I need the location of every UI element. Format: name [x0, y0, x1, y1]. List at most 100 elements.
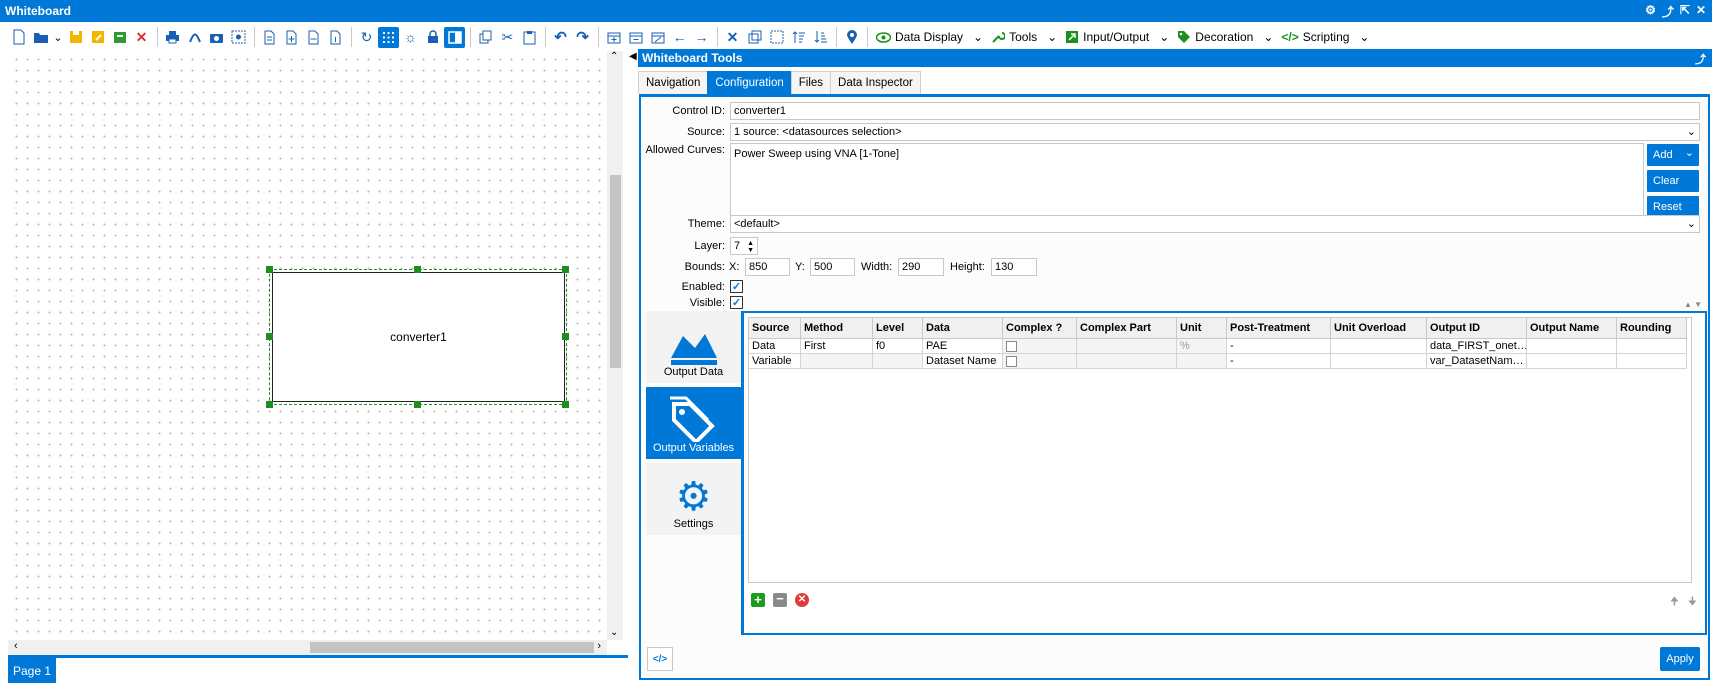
- cell-output-name[interactable]: [1526, 338, 1617, 354]
- cell-source[interactable]: Data: [748, 338, 801, 354]
- chevron-up-icon[interactable]: ⌃: [610, 51, 618, 62]
- complex-checkbox[interactable]: [1006, 340, 1017, 352]
- nav-output-variables[interactable]: Output Variables: [646, 387, 741, 459]
- save-as-icon[interactable]: [87, 27, 108, 48]
- column-header[interactable]: Rounding: [1616, 317, 1687, 339]
- column-header[interactable]: Unit Overload: [1330, 317, 1427, 339]
- column-header[interactable]: Output Name: [1526, 317, 1617, 339]
- sort-ascending-icon[interactable]: [788, 27, 809, 48]
- save-icon[interactable]: [65, 27, 86, 48]
- cell-output-id[interactable]: data_FIRST_onet…: [1426, 338, 1527, 354]
- resize-handle[interactable]: [562, 401, 569, 408]
- restore-icon[interactable]: ⇱: [1680, 3, 1690, 20]
- add-curve-button[interactable]: Add ⌄: [1647, 144, 1699, 166]
- select-area-icon[interactable]: [766, 27, 787, 48]
- clear-selection-icon[interactable]: ✕: [722, 27, 743, 48]
- copy-page-icon[interactable]: [259, 27, 280, 48]
- menu-tools[interactable]: Tools ⌄: [987, 26, 1061, 48]
- cell-method[interactable]: [800, 353, 873, 369]
- converter-element[interactable]: converter1: [272, 272, 565, 402]
- menu-data-display[interactable]: Data Display ⌄: [872, 26, 987, 48]
- collapse-arrow-icon[interactable]: ◀: [629, 51, 637, 62]
- pdf-icon[interactable]: [184, 27, 205, 48]
- chevron-down-icon[interactable]: ⌄: [52, 27, 64, 48]
- resize-handle[interactable]: [562, 333, 569, 340]
- screenshot-icon[interactable]: [228, 27, 249, 48]
- arrow-right-icon[interactable]: →: [691, 27, 712, 48]
- resize-handle[interactable]: [266, 333, 273, 340]
- close-icon[interactable]: ✕: [1696, 3, 1706, 20]
- remove-row-icon[interactable]: −: [773, 592, 787, 607]
- resize-handle[interactable]: [562, 266, 569, 273]
- resize-handle[interactable]: [266, 401, 273, 408]
- cell-data[interactable]: PAE: [922, 338, 1003, 354]
- column-header[interactable]: Source: [748, 317, 801, 339]
- location-pin-icon[interactable]: [841, 27, 862, 48]
- cell-unit-overload[interactable]: [1330, 353, 1427, 369]
- resize-handle[interactable]: [266, 266, 273, 273]
- lock-icon[interactable]: [422, 27, 443, 48]
- cell-unit[interactable]: %: [1176, 338, 1227, 354]
- camera-icon[interactable]: [206, 27, 227, 48]
- refresh-icon[interactable]: ↻: [356, 27, 377, 48]
- theme-select[interactable]: <default> ⌄: [730, 215, 1700, 233]
- bounds-x-input[interactable]: 850: [745, 258, 790, 276]
- remove-page-icon[interactable]: [303, 27, 324, 48]
- column-header[interactable]: Complex ?: [1002, 317, 1077, 339]
- control-id-input[interactable]: converter1: [730, 102, 1700, 120]
- visible-checkbox[interactable]: ✓: [730, 296, 743, 309]
- cell-unit-overload[interactable]: [1330, 338, 1427, 354]
- move-up-icon[interactable]: 🠉: [1670, 593, 1679, 612]
- tab-configuration[interactable]: Configuration: [707, 71, 792, 94]
- column-header[interactable]: Output ID: [1426, 317, 1527, 339]
- cell-complex-part[interactable]: [1076, 353, 1177, 369]
- cell-level[interactable]: [872, 353, 923, 369]
- cell-complex[interactable]: [1002, 338, 1077, 354]
- apply-button[interactable]: Apply: [1660, 647, 1700, 671]
- cut-icon[interactable]: ✂: [497, 27, 518, 48]
- paste-icon[interactable]: [519, 27, 540, 48]
- page-tab[interactable]: Page 1: [8, 658, 56, 683]
- delete-rows-icon[interactable]: ✕: [795, 593, 809, 607]
- grid-icon[interactable]: [378, 26, 399, 48]
- enabled-checkbox[interactable]: ✓: [730, 280, 743, 293]
- cell-complex[interactable]: [1002, 353, 1077, 369]
- cell-output-id[interactable]: var_DatasetNam…: [1426, 353, 1527, 369]
- complex-checkbox[interactable]: [1006, 355, 1017, 367]
- scroll-thumb[interactable]: [610, 175, 621, 368]
- tab-navigation[interactable]: Navigation: [638, 71, 709, 94]
- cell-level[interactable]: f0: [872, 338, 923, 354]
- calendar-add-icon[interactable]: [603, 27, 624, 48]
- arrow-left-icon[interactable]: ←: [669, 27, 690, 48]
- resize-handle[interactable]: [414, 266, 421, 273]
- gear-icon[interactable]: ⚙: [1645, 3, 1656, 20]
- tab-data-inspector[interactable]: Data Inspector: [830, 71, 921, 94]
- undo-icon[interactable]: ↶: [550, 27, 571, 48]
- cell-unit[interactable]: [1176, 353, 1227, 369]
- cell-complex-part[interactable]: [1076, 338, 1177, 354]
- chevron-right-icon[interactable]: ›: [597, 640, 601, 652]
- sort-descending-icon[interactable]: [810, 27, 831, 48]
- horizontal-scrollbar[interactable]: ‹ ›: [8, 640, 607, 655]
- cell-output-name[interactable]: [1526, 353, 1617, 369]
- column-header[interactable]: Unit: [1176, 317, 1227, 339]
- calendar-edit-icon[interactable]: [647, 27, 668, 48]
- cell-data[interactable]: Dataset Name: [922, 353, 1003, 369]
- cell-rounding[interactable]: [1616, 338, 1687, 354]
- list-item[interactable]: Power Sweep using VNA [1-Tone]: [734, 148, 899, 160]
- chevron-down-icon[interactable]: ⌄: [610, 627, 618, 638]
- layer-stepper[interactable]: 7 ▲ ▼: [730, 237, 758, 255]
- new-file-icon[interactable]: [8, 27, 29, 48]
- source-select[interactable]: 1 source: <datasources selection> ⌄: [730, 123, 1700, 141]
- column-header[interactable]: Complex Part: [1076, 317, 1177, 339]
- bounds-height-input[interactable]: 130: [991, 258, 1037, 276]
- table-row[interactable]: Variable Dataset Name - var_DatasetNam…: [748, 353, 1687, 369]
- nav-output-data[interactable]: Output Data: [646, 311, 741, 383]
- select-all-icon[interactable]: [744, 27, 765, 48]
- cell-post-treatment[interactable]: -: [1226, 338, 1331, 354]
- bounds-width-input[interactable]: 290: [898, 258, 944, 276]
- print-icon[interactable]: [162, 27, 183, 48]
- open-folder-icon[interactable]: [30, 27, 51, 48]
- cell-post-treatment[interactable]: -: [1226, 353, 1331, 369]
- whiteboard-canvas[interactable]: converter1: [8, 51, 606, 640]
